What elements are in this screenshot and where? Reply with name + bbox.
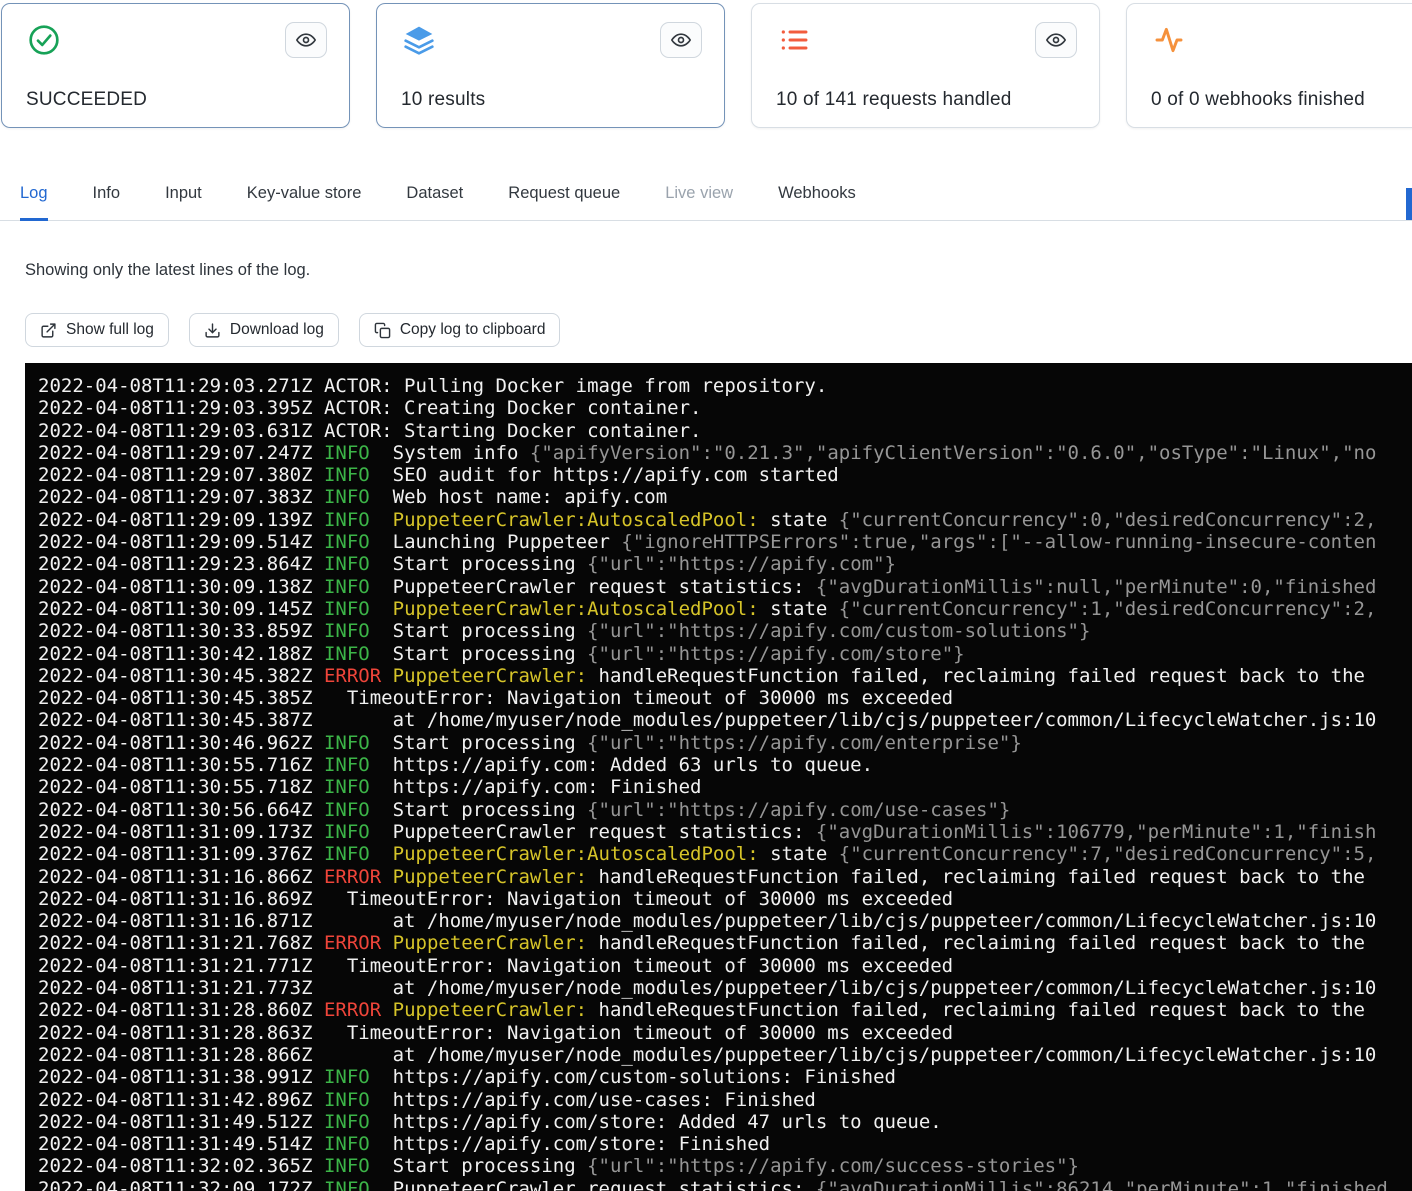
eye-icon (296, 30, 316, 50)
requests-eye-button[interactable] (1035, 22, 1077, 58)
tab-info[interactable]: Info (93, 170, 121, 221)
log-line: 2022-04-08T11:31:21.771Z TimeoutError: N… (38, 955, 1412, 977)
eye-icon (1046, 30, 1066, 50)
list-icon (776, 22, 812, 58)
log-line: 2022-04-08T11:30:55.716Z INFO https://ap… (38, 754, 1412, 776)
log-line: 2022-04-08T11:31:16.866Z ERROR Puppeteer… (38, 866, 1412, 888)
log-line: 2022-04-08T11:31:09.376Z INFO PuppeteerC… (38, 843, 1412, 865)
tab-request-queue[interactable]: Request queue (508, 170, 620, 221)
run-detail-tabs: Log Info Input Key-value store Dataset R… (0, 170, 1412, 221)
log-line: 2022-04-08T11:29:09.514Z INFO Launching … (38, 531, 1412, 553)
log-line: 2022-04-08T11:29:03.271Z ACTOR: Pulling … (38, 375, 1412, 397)
download-log-label: Download log (230, 321, 324, 339)
tab-log[interactable]: Log (20, 170, 48, 221)
requests-progress-label: 10 of 141 requests handled (776, 89, 1077, 111)
log-line: 2022-04-08T11:31:38.991Z INFO https://ap… (38, 1066, 1412, 1088)
tab-webhooks[interactable]: Webhooks (778, 170, 856, 221)
log-line: 2022-04-08T11:29:07.383Z INFO Web host n… (38, 486, 1412, 508)
log-notice-text: Showing only the latest lines of the log… (25, 261, 1412, 280)
log-line: 2022-04-08T11:31:28.866Z at /home/myuser… (38, 1044, 1412, 1066)
log-line: 2022-04-08T11:30:56.664Z INFO Start proc… (38, 799, 1412, 821)
log-line: 2022-04-08T11:31:49.512Z INFO https://ap… (38, 1111, 1412, 1133)
log-line: 2022-04-08T11:30:45.382Z ERROR Puppeteer… (38, 665, 1412, 687)
log-line: 2022-04-08T11:30:09.145Z INFO PuppeteerC… (38, 598, 1412, 620)
status-eye-button[interactable] (285, 22, 327, 58)
download-log-button[interactable]: Download log (189, 313, 339, 347)
status-card-succeeded[interactable]: SUCCEEDED (1, 3, 350, 128)
results-eye-button[interactable] (660, 22, 702, 58)
copy-icon (374, 322, 391, 339)
log-line: 2022-04-08T11:31:49.514Z INFO https://ap… (38, 1133, 1412, 1155)
copy-log-button[interactable]: Copy log to clipboard (359, 313, 561, 347)
results-card[interactable]: 10 results (376, 3, 725, 128)
log-output[interactable]: 2022-04-08T11:29:03.271Z ACTOR: Pulling … (25, 363, 1412, 1191)
webhooks-progress-label: 0 of 0 webhooks finished (1151, 89, 1412, 111)
external-link-icon (40, 322, 57, 339)
log-line: 2022-04-08T11:31:28.863Z TimeoutError: N… (38, 1022, 1412, 1044)
layers-icon (401, 22, 437, 58)
tab-dataset[interactable]: Dataset (406, 170, 463, 221)
log-line: 2022-04-08T11:29:03.395Z ACTOR: Creating… (38, 397, 1412, 419)
log-line: 2022-04-08T11:29:03.631Z ACTOR: Starting… (38, 420, 1412, 442)
log-line: 2022-04-08T11:31:21.768Z ERROR Puppeteer… (38, 932, 1412, 954)
requests-card[interactable]: 10 of 141 requests handled (751, 3, 1100, 128)
activity-icon (1151, 22, 1187, 58)
log-line: 2022-04-08T11:29:09.139Z INFO PuppeteerC… (38, 509, 1412, 531)
tab-bar-right-accent (1406, 188, 1412, 220)
webhooks-card[interactable]: 0 of 0 webhooks finished (1126, 3, 1412, 128)
log-line: 2022-04-08T11:29:23.864Z INFO Start proc… (38, 553, 1412, 575)
log-line: 2022-04-08T11:32:02.365Z INFO Start proc… (38, 1155, 1412, 1177)
eye-icon (671, 30, 691, 50)
results-count-label: 10 results (401, 89, 702, 111)
log-line: 2022-04-08T11:30:45.387Z at /home/myuser… (38, 709, 1412, 731)
log-line: 2022-04-08T11:30:45.385Z TimeoutError: N… (38, 687, 1412, 709)
log-line: 2022-04-08T11:29:07.380Z INFO SEO audit … (38, 464, 1412, 486)
log-line: 2022-04-08T11:31:09.173Z INFO PuppeteerC… (38, 821, 1412, 843)
tab-input[interactable]: Input (165, 170, 202, 221)
tab-key-value-store[interactable]: Key-value store (247, 170, 362, 221)
copy-log-label: Copy log to clipboard (400, 321, 546, 339)
show-full-log-label: Show full log (66, 321, 154, 339)
check-circle-icon (26, 22, 62, 58)
log-line: 2022-04-08T11:31:16.869Z TimeoutError: N… (38, 888, 1412, 910)
log-line: 2022-04-08T11:31:42.896Z INFO https://ap… (38, 1089, 1412, 1111)
log-line: 2022-04-08T11:30:09.138Z INFO PuppeteerC… (38, 576, 1412, 598)
log-line: 2022-04-08T11:31:21.773Z at /home/myuser… (38, 977, 1412, 999)
tab-live-view: Live view (665, 170, 733, 221)
log-line: 2022-04-08T11:30:33.859Z INFO Start proc… (38, 620, 1412, 642)
log-line: 2022-04-08T11:30:46.962Z INFO Start proc… (38, 732, 1412, 754)
run-status-label: SUCCEEDED (26, 89, 327, 111)
download-icon (204, 322, 221, 339)
log-line: 2022-04-08T11:32:09.172Z INFO PuppeteerC… (38, 1178, 1412, 1191)
log-line: 2022-04-08T11:31:16.871Z at /home/myuser… (38, 910, 1412, 932)
log-line: 2022-04-08T11:31:28.860Z ERROR Puppeteer… (38, 999, 1412, 1021)
log-line: 2022-04-08T11:30:55.718Z INFO https://ap… (38, 776, 1412, 798)
log-line: 2022-04-08T11:29:07.247Z INFO System inf… (38, 442, 1412, 464)
run-status-cards: SUCCEEDED 10 results 10 of 141 requests … (0, 0, 1412, 128)
log-line: 2022-04-08T11:30:42.188Z INFO Start proc… (38, 643, 1412, 665)
log-action-buttons: Show full log Download log Copy log to c… (25, 313, 1412, 347)
show-full-log-button[interactable]: Show full log (25, 313, 169, 347)
